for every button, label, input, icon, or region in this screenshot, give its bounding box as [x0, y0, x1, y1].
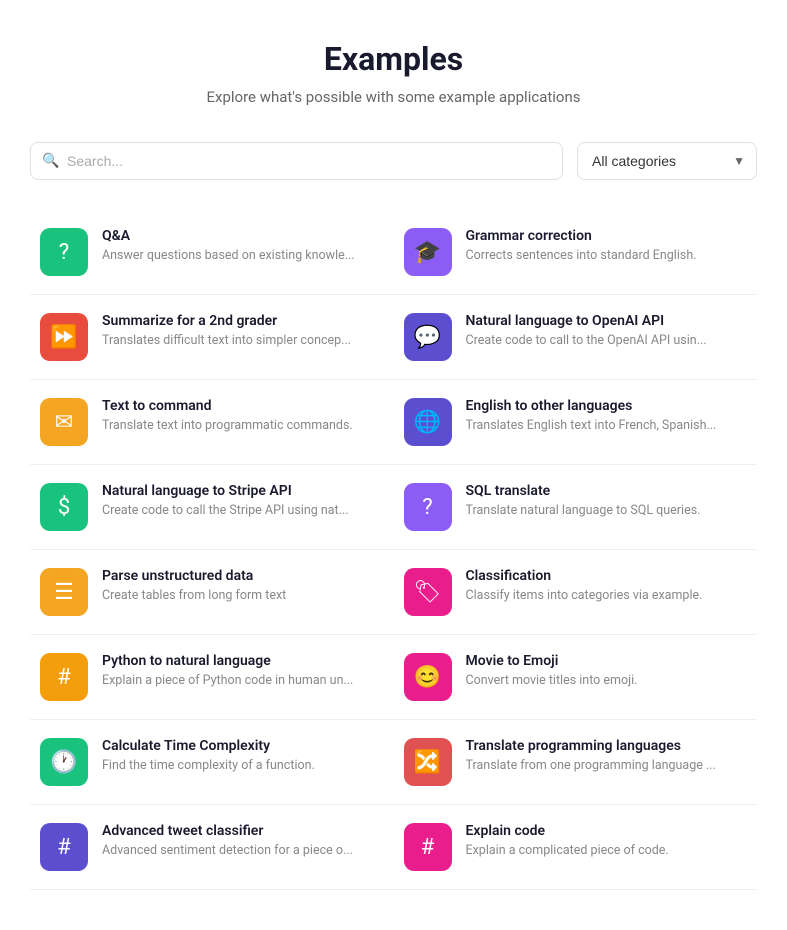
example-text-calculate-time-complexity: Calculate Time Complexity Find the time c… [102, 738, 384, 773]
category-select[interactable]: All categories Language Code Data Transl… [577, 142, 757, 180]
example-title-qa: Q&A [102, 228, 384, 244]
example-desc-english-to-other-languages: Translates English text into French, Spa… [466, 418, 748, 433]
example-icon-summarize-2nd-grader: ⏩ [40, 313, 88, 361]
example-title-calculate-time-complexity: Calculate Time Complexity [102, 738, 384, 754]
example-icon-python-to-natural-language: # [40, 653, 88, 701]
example-text-advanced-tweet-classifier: Advanced tweet classifier Advanced sentim… [102, 823, 384, 858]
example-desc-classification: Classify items into categories via examp… [466, 588, 748, 603]
example-icon-movie-to-emoji: 😊 [404, 653, 452, 701]
example-item-explain-code[interactable]: # Explain code Explain a complicated piece… [394, 805, 758, 890]
example-icon-sql-translate: ? [404, 483, 452, 531]
example-item-classification[interactable]: 🏷 Classification Classify items into categ… [394, 550, 758, 635]
example-text-classification: Classification Classify items into catego… [466, 568, 748, 603]
example-title-python-to-natural-language: Python to natural language [102, 653, 384, 669]
example-desc-python-to-natural-language: Explain a piece of Python code in human … [102, 673, 384, 688]
example-desc-text-to-command: Translate text into programmatic command… [102, 418, 384, 433]
example-item-natural-language-stripe[interactable]: $ Natural language to Stripe API Create co… [30, 465, 394, 550]
example-item-natural-language-openai[interactable]: 💬 Natural language to OpenAI API Create co… [394, 295, 758, 380]
example-title-grammar-correction: Grammar correction [466, 228, 748, 244]
example-item-parse-unstructured-data[interactable]: ☰ Parse unstructured data Create tables fr… [30, 550, 394, 635]
search-wrapper: 🔍 [30, 142, 563, 180]
example-text-python-to-natural-language: Python to natural language Explain a piec… [102, 653, 384, 688]
example-desc-sql-translate: Translate natural language to SQL querie… [466, 503, 748, 518]
example-title-english-to-other-languages: English to other languages [466, 398, 748, 414]
example-item-grammar-correction[interactable]: 🎓 Grammar correction Corrects sentences in… [394, 210, 758, 295]
example-text-grammar-correction: Grammar correction Corrects sentences int… [466, 228, 748, 263]
example-item-english-to-other-languages[interactable]: 🌐 English to other languages Translates En… [394, 380, 758, 465]
example-title-parse-unstructured-data: Parse unstructured data [102, 568, 384, 584]
example-icon-explain-code: # [404, 823, 452, 871]
example-item-advanced-tweet-classifier[interactable]: # Advanced tweet classifier Advanced senti… [30, 805, 394, 890]
example-text-translate-programming-languages: Translate programming languages Translate… [466, 738, 748, 773]
example-title-advanced-tweet-classifier: Advanced tweet classifier [102, 823, 384, 839]
example-desc-grammar-correction: Corrects sentences into standard English… [466, 248, 748, 263]
examples-grid: ? Q&A Answer questions based on existing k… [30, 210, 757, 890]
page-title: Examples [30, 40, 757, 78]
example-item-python-to-natural-language[interactable]: # Python to natural language Explain a pie… [30, 635, 394, 720]
example-icon-natural-language-openai: 💬 [404, 313, 452, 361]
example-title-translate-programming-languages: Translate programming languages [466, 738, 748, 754]
example-desc-summarize-2nd-grader: Translates difficult text into simpler c… [102, 333, 384, 348]
example-title-movie-to-emoji: Movie to Emoji [466, 653, 748, 669]
example-item-calculate-time-complexity[interactable]: 🕐 Calculate Time Complexity Find the time … [30, 720, 394, 805]
example-desc-advanced-tweet-classifier: Advanced sentiment detection for a piece… [102, 843, 384, 858]
example-text-explain-code: Explain code Explain a complicated piece … [466, 823, 748, 858]
example-text-natural-language-openai: Natural language to OpenAI API Create cod… [466, 313, 748, 348]
example-desc-natural-language-openai: Create code to call to the OpenAI API us… [466, 333, 748, 348]
example-icon-text-to-command: ✉ [40, 398, 88, 446]
example-icon-grammar-correction: 🎓 [404, 228, 452, 276]
example-desc-movie-to-emoji: Convert movie titles into emoji. [466, 673, 748, 688]
search-input[interactable] [30, 142, 563, 180]
controls-row: 🔍 All categories Language Code Data Tran… [30, 142, 757, 180]
example-text-movie-to-emoji: Movie to Emoji Convert movie titles into … [466, 653, 748, 688]
example-title-natural-language-openai: Natural language to OpenAI API [466, 313, 748, 329]
example-icon-english-to-other-languages: 🌐 [404, 398, 452, 446]
example-item-text-to-command[interactable]: ✉ Text to command Translate text into prog… [30, 380, 394, 465]
example-text-sql-translate: SQL translate Translate natural language … [466, 483, 748, 518]
example-icon-classification: 🏷 [404, 568, 452, 616]
example-item-summarize-2nd-grader[interactable]: ⏩ Summarize for a 2nd grader Translates di… [30, 295, 394, 380]
example-title-classification: Classification [466, 568, 748, 584]
page-subtitle: Explore what's possible with some exampl… [30, 88, 757, 106]
example-desc-natural-language-stripe: Create code to call the Stripe API using… [102, 503, 384, 518]
example-item-translate-programming-languages[interactable]: 🔀Translate programming languagesTranslat… [394, 720, 758, 805]
example-text-qa: Q&A Answer questions based on existing kn… [102, 228, 384, 263]
example-title-explain-code: Explain code [466, 823, 748, 839]
example-title-natural-language-stripe: Natural language to Stripe API [102, 483, 384, 499]
example-text-natural-language-stripe: Natural language to Stripe API Create cod… [102, 483, 384, 518]
example-text-text-to-command: Text to command Translate text into progr… [102, 398, 384, 433]
example-icon-advanced-tweet-classifier: # [40, 823, 88, 871]
example-icon-qa: ? [40, 228, 88, 276]
example-item-sql-translate[interactable]: ? SQL translate Translate natural language… [394, 465, 758, 550]
example-desc-parse-unstructured-data: Create tables from long form text [102, 588, 384, 603]
example-text-summarize-2nd-grader: Summarize for a 2nd grader Translates dif… [102, 313, 384, 348]
example-desc-explain-code: Explain a complicated piece of code. [466, 843, 748, 858]
example-title-sql-translate: SQL translate [466, 483, 748, 499]
example-item-movie-to-emoji[interactable]: 😊 Movie to Emoji Convert movie titles into… [394, 635, 758, 720]
example-text-english-to-other-languages: English to other languages Translates Eng… [466, 398, 748, 433]
example-item-qa[interactable]: ? Q&A Answer questions based on existing k… [30, 210, 394, 295]
example-icon-calculate-time-complexity: 🕐 [40, 738, 88, 786]
example-icon-translate-programming-languages: 🔀 [404, 738, 452, 786]
example-text-parse-unstructured-data: Parse unstructured data Create tables fro… [102, 568, 384, 603]
example-desc-translate-programming-languages: Translate from one programming language … [466, 758, 748, 773]
example-desc-qa: Answer questions based on existing knowl… [102, 248, 384, 263]
example-title-text-to-command: Text to command [102, 398, 384, 414]
page-header: Examples Explore what's possible with so… [30, 40, 757, 106]
example-title-summarize-2nd-grader: Summarize for a 2nd grader [102, 313, 384, 329]
example-icon-parse-unstructured-data: ☰ [40, 568, 88, 616]
category-select-wrapper: All categories Language Code Data Transl… [577, 142, 757, 180]
example-desc-calculate-time-complexity: Find the time complexity of a function. [102, 758, 384, 773]
example-icon-natural-language-stripe: $ [40, 483, 88, 531]
